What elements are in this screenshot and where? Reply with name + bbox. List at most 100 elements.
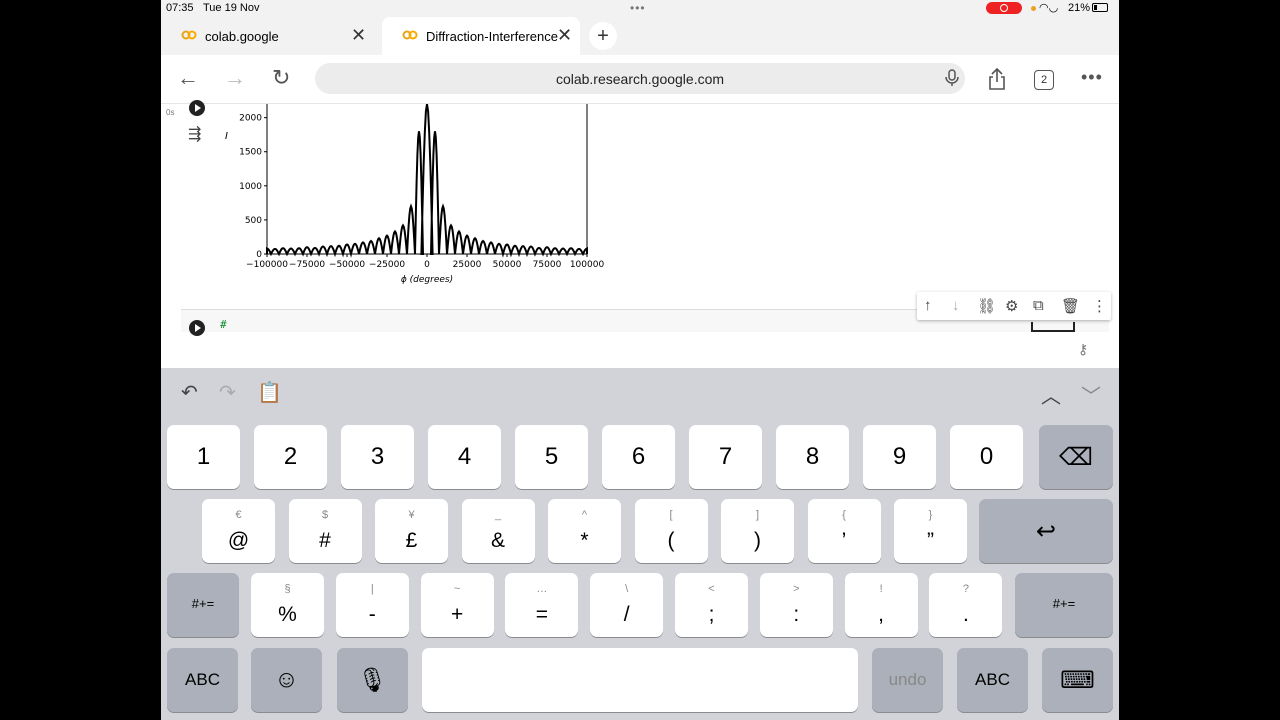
key-label: =	[535, 603, 549, 626]
close-tab-icon[interactable]: ✕	[351, 25, 366, 46]
address-bar[interactable]: colab.research.google.com	[315, 63, 965, 94]
colab-logo-icon	[181, 30, 197, 40]
key-alt-label: ?	[962, 583, 969, 595]
key-2[interactable]: 2	[254, 425, 327, 489]
screen-record-icon	[986, 2, 1022, 14]
battery-percent: 21%	[1068, 2, 1091, 14]
key-symbol[interactable]: }”	[894, 499, 967, 563]
key-label: )	[754, 529, 761, 552]
settings-gear-icon[interactable]: ⚙	[1005, 297, 1018, 315]
new-tab-button[interactable]: +	[589, 22, 617, 50]
more-options-icon[interactable]: ⋮	[1092, 297, 1107, 315]
forward-icon[interactable]: →	[224, 65, 246, 91]
key-7[interactable]: 7	[689, 425, 762, 489]
delete-key[interactable]: ⌫	[1039, 425, 1113, 489]
return-key[interactable]: ↩	[979, 499, 1113, 563]
x-tick-label: 25000	[453, 260, 482, 270]
key-1[interactable]: 1	[167, 425, 240, 489]
key-symbol[interactable]: | -	[335, 573, 409, 637]
redo-icon[interactable]: ↷	[219, 380, 236, 405]
key-symbol[interactable]: ¥ £	[375, 499, 448, 563]
key-alt-label: _	[494, 509, 502, 521]
key-4[interactable]: 4	[428, 425, 501, 489]
key-symbol[interactable]: € @	[202, 499, 275, 563]
delete-icon[interactable]: 🗑	[1061, 297, 1080, 315]
voice-search-icon[interactable]	[943, 68, 961, 88]
undo-icon[interactable]: ↶	[181, 380, 198, 405]
x-tick-label: 100000	[570, 260, 605, 270]
cell-border-fragment	[1031, 322, 1075, 332]
key-symbol[interactable]: ~ +	[420, 573, 494, 637]
x-tick-label: −75000	[289, 260, 325, 270]
share-icon[interactable]	[986, 67, 1008, 91]
key-symbol[interactable]: ])	[721, 499, 794, 563]
key-label: ”	[927, 529, 934, 552]
secrets-key-icon[interactable]: ⚷	[1078, 341, 1088, 358]
key-symbol[interactable]: _ &	[461, 499, 535, 563]
key-symbol[interactable]: \ /	[590, 573, 664, 637]
key-alt-label: …	[536, 583, 548, 595]
back-icon[interactable]: ←	[177, 65, 199, 91]
key-alt-label: \	[625, 583, 629, 595]
microphone-icon: 🎙	[357, 667, 388, 694]
move-down-icon[interactable]: ↓	[952, 297, 960, 314]
key-symbol[interactable]: … =	[505, 573, 579, 637]
key-symbol[interactable]: {’	[807, 499, 881, 563]
key-label: 1	[196, 443, 211, 470]
run-cell-button[interactable]	[189, 100, 205, 116]
key-symbol[interactable]: ?.	[929, 573, 1003, 637]
key-alt-label: ^	[581, 509, 588, 521]
ipad-screen: 07:35 Tue 19 Nov ••• ◠◡ 21% colab.google…	[161, 0, 1119, 720]
multitasking-dots-icon[interactable]: •••	[630, 1, 646, 15]
tab-switcher-button[interactable]: 2	[1034, 70, 1054, 90]
close-tab-icon[interactable]: ✕	[557, 25, 572, 46]
mirror-cell-icon[interactable]: ⧉	[1033, 297, 1044, 314]
output-actions-icon[interactable]: ⇶	[188, 124, 201, 144]
tab-diffraction[interactable]: Diffraction-Interference ✕	[382, 17, 580, 55]
move-up-icon[interactable]: ↑	[924, 297, 932, 314]
date: Tue 19 Nov	[203, 2, 260, 14]
x-tick-label: −100000	[246, 260, 288, 270]
undo-key[interactable]: undo	[872, 648, 943, 712]
run-cell-button[interactable]	[189, 320, 205, 336]
key-symbol[interactable]: >:	[759, 573, 833, 637]
emoji-key[interactable]: ☺	[251, 648, 322, 712]
reload-icon[interactable]: ↻	[272, 65, 290, 91]
dictation-key[interactable]: 🎙	[337, 648, 408, 712]
hide-keyboard-key[interactable]: ⌨	[1042, 648, 1113, 712]
key-0[interactable]: 0	[950, 425, 1023, 489]
symbols-toggle-key[interactable]: #+=	[1015, 573, 1113, 637]
abc-key[interactable]: ABC	[957, 648, 1028, 712]
key-symbol[interactable]: [(	[634, 499, 708, 563]
key-symbol[interactable]: <;	[675, 573, 748, 637]
symbols-toggle-key[interactable]: #+=	[167, 573, 239, 637]
x-tick-label: −50000	[329, 260, 365, 270]
key-6[interactable]: 6	[602, 425, 675, 489]
key-symbol[interactable]: $ #	[288, 499, 362, 563]
key-symbol[interactable]: !,	[844, 573, 918, 637]
key-8[interactable]: 8	[776, 425, 849, 489]
key-symbol[interactable]: §%	[251, 573, 324, 637]
paste-icon[interactable]: 📋	[257, 380, 282, 405]
code-editor[interactable]: #	[220, 318, 227, 331]
key-5[interactable]: 5	[515, 425, 588, 489]
abc-key[interactable]: ABC	[167, 648, 238, 712]
emoji-icon: ☺	[274, 666, 299, 693]
key-label: 7	[718, 443, 733, 470]
more-menu-icon[interactable]: •••	[1081, 67, 1103, 88]
space-bar[interactable]	[422, 648, 858, 712]
key-9[interactable]: 9	[863, 425, 936, 489]
tab-colab-google[interactable]: colab.google ✕	[161, 17, 379, 55]
key-label: ;	[708, 603, 715, 626]
key-3[interactable]: 3	[341, 425, 414, 489]
key-label: 8	[805, 443, 820, 470]
x-tick-label: −25000	[369, 260, 405, 270]
link-icon[interactable]: ⛓	[977, 297, 996, 315]
key-label: ABC	[975, 670, 1010, 689]
key-label: £	[405, 529, 418, 552]
key-label: &	[490, 529, 505, 552]
next-field-icon[interactable]: ﹀	[1081, 380, 1101, 409]
y-tick-label: 2000	[239, 114, 262, 124]
previous-field-icon[interactable]: ︿	[1041, 380, 1061, 409]
key-symbol[interactable]: ^ *	[548, 499, 621, 563]
